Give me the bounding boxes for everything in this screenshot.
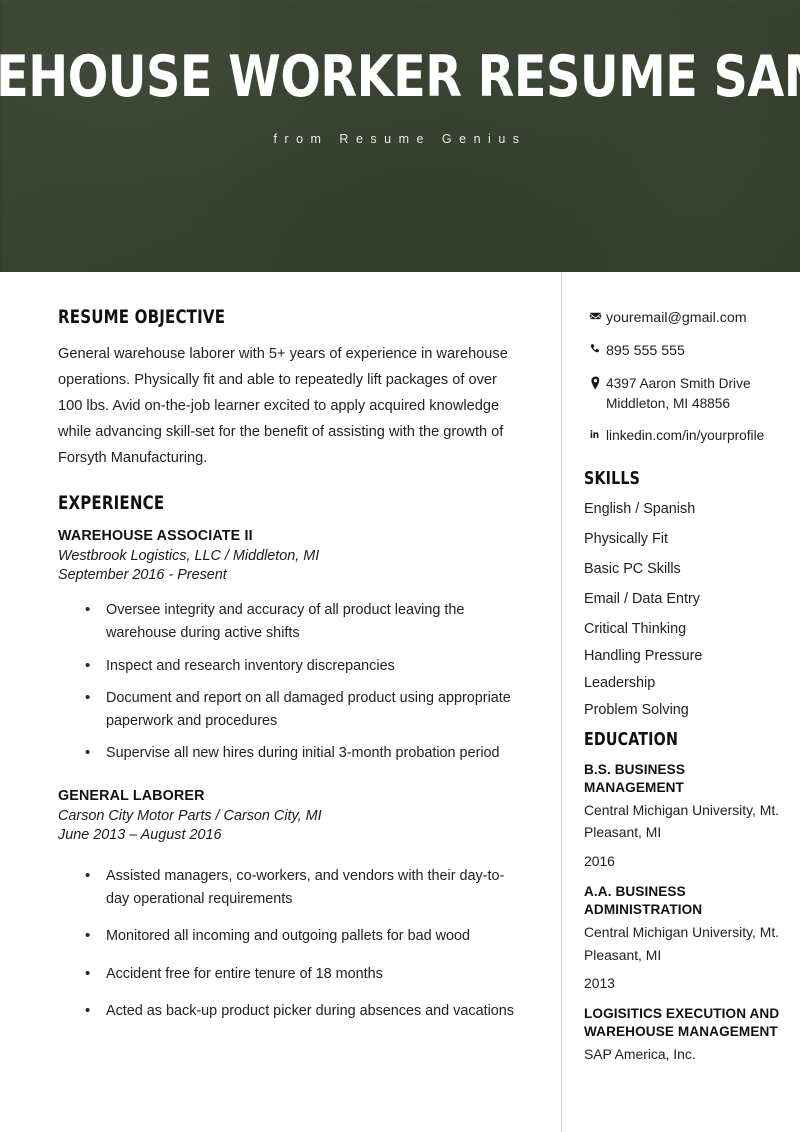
- job-bullet: Inspect and research inventory discrepan…: [85, 653, 521, 678]
- education-year: 2016: [584, 852, 615, 869]
- education-degree: LOGISITICS EXECUTION AND WAREHOUSE MANAG…: [584, 1006, 780, 1040]
- job-bullet-list: Assisted managers, co-workers, and vendo…: [58, 864, 521, 1024]
- resume-body: RESUME OBJECTIVE General warehouse labor…: [0, 272, 800, 1132]
- job-meta-separator: /: [215, 807, 220, 824]
- contact-item-email[interactable]: youremail@gmail.com: [584, 308, 780, 328]
- skill-item: Basic PC Skills: [584, 560, 681, 577]
- education-year: 2013: [584, 975, 615, 992]
- job-company: Westbrook Logistics, LLC: [58, 547, 221, 564]
- page-subtitle: from Resume Genius: [273, 131, 527, 146]
- contact-item-address[interactable]: 4397 Aaron Smith Drive Middleton, MI 488…: [584, 374, 780, 413]
- sidebar-column: youremail@gmail.com 895 555 555 4397 Aar…: [561, 272, 800, 1066]
- experience-entry: GENERAL LABORER Carson City Motor Parts /…: [58, 788, 521, 1024]
- job-bullet: Acted as back-up product picker during a…: [85, 999, 521, 1024]
- skill-item: Physically Fit: [584, 530, 668, 547]
- objective-text: General warehouse laborer with 5+ years …: [58, 346, 508, 466]
- skill-item: Handling Pressure: [584, 647, 703, 664]
- skill-item: Email / Data Entry: [584, 590, 700, 607]
- contact-list: youremail@gmail.com 895 555 555 4397 Aar…: [584, 308, 780, 446]
- job-dates: September 2016 - Present: [58, 566, 227, 583]
- section-heading-education: EDUCATION: [584, 728, 679, 750]
- header-banner: WAREHOUSE WORKER RESUME SAMPLE from Resu…: [0, 0, 800, 272]
- section-heading-objective: RESUME OBJECTIVE: [58, 306, 226, 328]
- skill-item: English / Spanish: [584, 500, 696, 517]
- map-pin-icon: [584, 374, 606, 390]
- envelope-icon: [584, 308, 606, 323]
- job-dates: June 2013 – August 2016: [58, 826, 222, 843]
- contact-item-linkedin[interactable]: linkedin.com/in/yourprofile: [584, 426, 780, 445]
- job-meta-separator: /: [224, 547, 229, 564]
- job-company-location: Westbrook Logistics, LLC / Middleton, MI: [58, 548, 521, 564]
- job-bullet-list: Oversee integrity and accuracy of all pr…: [58, 598, 521, 766]
- job-company: Carson City Motor Parts: [58, 807, 212, 824]
- skill-item: Leadership: [584, 674, 656, 691]
- job-bullet: Monitored all incoming and outgoing pall…: [85, 924, 521, 949]
- skills-list: English / Spanish Physically Fit Basic P…: [584, 501, 780, 718]
- education-entry: A.A. BUSINESS ADMINISTRATION Central Mic…: [584, 883, 780, 991]
- skill-item: Critical Thinking: [584, 620, 687, 637]
- contact-item-phone[interactable]: 895 555 555: [584, 341, 780, 361]
- job-company-location: Carson City Motor Parts / Carson City, MI: [58, 808, 521, 824]
- education-degree: A.A. BUSINESS ADMINISTRATION: [584, 883, 703, 917]
- main-column: RESUME OBJECTIVE General warehouse labor…: [0, 272, 561, 1032]
- education-school: Central Michigan University, Mt. Pleasan…: [584, 924, 780, 963]
- job-bullet: Document and report on all damaged produ…: [85, 686, 521, 734]
- page-title: WAREHOUSE WORKER RESUME SAMPLE: [0, 43, 800, 110]
- job-bullet: Supervise all new hires during initial 3…: [85, 741, 521, 766]
- job-bullet: Accident free for entire tenure of 18 mo…: [85, 962, 521, 987]
- job-location: Middleton, MI: [232, 547, 320, 564]
- education-degree: B.S. BUSINESS MANAGEMENT: [584, 761, 686, 795]
- linkedin-icon: [584, 426, 606, 440]
- section-heading-skills: SKILLS: [584, 467, 641, 489]
- education-school: Central Michigan University, Mt. Pleasan…: [584, 801, 780, 841]
- phone-value: 895 555 555: [606, 343, 685, 360]
- section-heading-experience: EXPERIENCE: [58, 491, 165, 514]
- phone-icon: [584, 341, 606, 355]
- job-bullet: Assisted managers, co-workers, and vendo…: [85, 864, 521, 912]
- job-title: WAREHOUSE ASSOCIATE II: [58, 527, 253, 544]
- linkedin-value: linkedin.com/in/yourprofile: [606, 428, 765, 444]
- email-value: youremail@gmail.com: [606, 310, 747, 326]
- experience-entry: WAREHOUSE ASSOCIATE II Westbrook Logisti…: [58, 528, 521, 766]
- education-entry: B.S. BUSINESS MANAGEMENT Central Michiga…: [584, 761, 780, 869]
- skill-item: Problem Solving: [584, 701, 689, 718]
- job-title: GENERAL LABORER: [58, 787, 205, 804]
- education-school: SAP America, Inc.: [584, 1046, 696, 1063]
- education-entry: LOGISITICS EXECUTION AND WAREHOUSE MANAG…: [584, 1005, 780, 1066]
- address-value: 4397 Aaron Smith Drive Middleton, MI 488…: [606, 376, 751, 411]
- job-bullet: Oversee integrity and accuracy of all pr…: [85, 598, 521, 646]
- job-location: Carson City, MI: [223, 807, 322, 824]
